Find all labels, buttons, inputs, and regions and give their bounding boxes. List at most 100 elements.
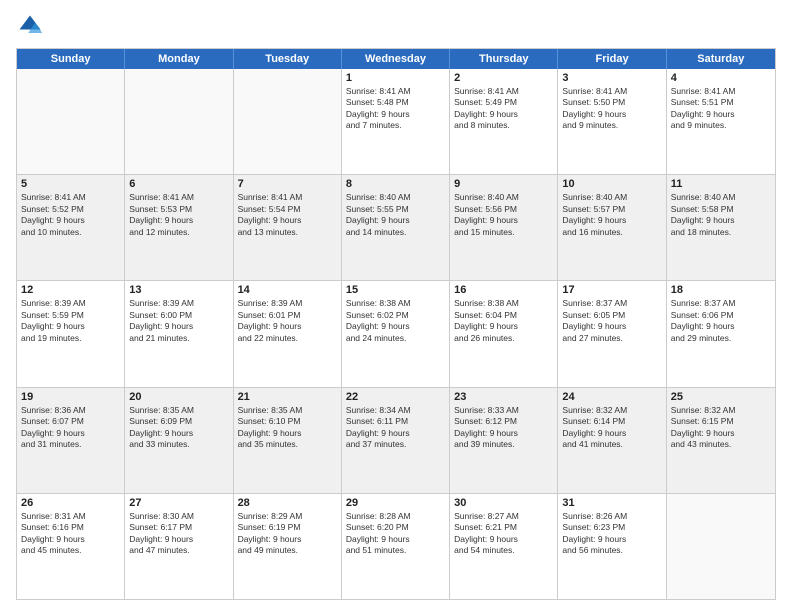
cell-info-line: Daylight: 9 hours <box>562 321 661 332</box>
cell-info-line: Sunset: 5:54 PM <box>238 204 337 215</box>
cell-info-line: Sunset: 5:58 PM <box>671 204 771 215</box>
cell-info-line: Daylight: 9 hours <box>346 534 445 545</box>
cell-info-line: Daylight: 9 hours <box>671 428 771 439</box>
cell-info-line: and 9 minutes. <box>562 120 661 131</box>
calendar: SundayMondayTuesdayWednesdayThursdayFrid… <box>16 48 776 600</box>
header <box>16 12 776 40</box>
cell-info-line: Sunrise: 8:33 AM <box>454 405 553 416</box>
day-number: 1 <box>346 72 445 84</box>
cell-info-line: Sunrise: 8:35 AM <box>238 405 337 416</box>
cell-info-line: and 12 minutes. <box>129 227 228 238</box>
cal-header-tuesday: Tuesday <box>234 49 342 69</box>
cell-info-line: and 8 minutes. <box>454 120 553 131</box>
cell-info-line: Daylight: 9 hours <box>671 321 771 332</box>
cell-info-line: Sunrise: 8:37 AM <box>562 298 661 309</box>
day-number: 13 <box>129 284 228 296</box>
cal-cell-day-14: 14Sunrise: 8:39 AMSunset: 6:01 PMDayligh… <box>234 281 342 386</box>
cell-info-line: and 45 minutes. <box>21 545 120 556</box>
cal-cell-empty <box>17 69 125 174</box>
cal-header-sunday: Sunday <box>17 49 125 69</box>
day-number: 30 <box>454 497 553 509</box>
cal-cell-day-23: 23Sunrise: 8:33 AMSunset: 6:12 PMDayligh… <box>450 388 558 493</box>
cell-info-line: Daylight: 9 hours <box>562 428 661 439</box>
cal-header-friday: Friday <box>558 49 666 69</box>
cell-info-line: Daylight: 9 hours <box>21 428 120 439</box>
logo-icon <box>16 12 44 40</box>
cell-info-line: Sunset: 6:23 PM <box>562 522 661 533</box>
cell-info-line: Sunset: 5:52 PM <box>21 204 120 215</box>
cal-cell-day-24: 24Sunrise: 8:32 AMSunset: 6:14 PMDayligh… <box>558 388 666 493</box>
cal-cell-day-1: 1Sunrise: 8:41 AMSunset: 5:48 PMDaylight… <box>342 69 450 174</box>
cell-info-line: Daylight: 9 hours <box>346 428 445 439</box>
day-number: 8 <box>346 178 445 190</box>
cell-info-line: Sunrise: 8:41 AM <box>21 192 120 203</box>
cell-info-line: and 22 minutes. <box>238 333 337 344</box>
cell-info-line: and 14 minutes. <box>346 227 445 238</box>
day-number: 27 <box>129 497 228 509</box>
cell-info-line: Sunrise: 8:26 AM <box>562 511 661 522</box>
cell-info-line: and 43 minutes. <box>671 439 771 450</box>
cell-info-line: Sunrise: 8:41 AM <box>671 86 771 97</box>
day-number: 14 <box>238 284 337 296</box>
calendar-body: 1Sunrise: 8:41 AMSunset: 5:48 PMDaylight… <box>17 69 775 599</box>
cell-info-line: Sunrise: 8:38 AM <box>346 298 445 309</box>
cell-info-line: Sunset: 6:07 PM <box>21 416 120 427</box>
cal-week-4: 19Sunrise: 8:36 AMSunset: 6:07 PMDayligh… <box>17 387 775 493</box>
day-number: 6 <box>129 178 228 190</box>
cell-info-line: Sunrise: 8:41 AM <box>129 192 228 203</box>
cell-info-line: Daylight: 9 hours <box>454 109 553 120</box>
cell-info-line: Sunset: 5:55 PM <box>346 204 445 215</box>
cell-info-line: and 18 minutes. <box>671 227 771 238</box>
cal-week-1: 1Sunrise: 8:41 AMSunset: 5:48 PMDaylight… <box>17 69 775 174</box>
cal-cell-day-17: 17Sunrise: 8:37 AMSunset: 6:05 PMDayligh… <box>558 281 666 386</box>
cell-info-line: Daylight: 9 hours <box>21 321 120 332</box>
cal-cell-empty <box>125 69 233 174</box>
cal-cell-day-5: 5Sunrise: 8:41 AMSunset: 5:52 PMDaylight… <box>17 175 125 280</box>
cal-cell-day-12: 12Sunrise: 8:39 AMSunset: 5:59 PMDayligh… <box>17 281 125 386</box>
cell-info-line: Daylight: 9 hours <box>129 215 228 226</box>
cell-info-line: Daylight: 9 hours <box>562 109 661 120</box>
cell-info-line: Sunset: 6:02 PM <box>346 310 445 321</box>
cell-info-line: Sunrise: 8:41 AM <box>454 86 553 97</box>
calendar-header-row: SundayMondayTuesdayWednesdayThursdayFrid… <box>17 49 775 69</box>
cell-info-line: and 7 minutes. <box>346 120 445 131</box>
cal-header-wednesday: Wednesday <box>342 49 450 69</box>
cell-info-line: Sunset: 6:12 PM <box>454 416 553 427</box>
day-number: 9 <box>454 178 553 190</box>
cell-info-line: and 51 minutes. <box>346 545 445 556</box>
cell-info-line: Sunset: 6:06 PM <box>671 310 771 321</box>
cell-info-line: Sunrise: 8:37 AM <box>671 298 771 309</box>
cell-info-line: Daylight: 9 hours <box>129 428 228 439</box>
cell-info-line: Sunrise: 8:40 AM <box>671 192 771 203</box>
cell-info-line: Daylight: 9 hours <box>238 321 337 332</box>
cell-info-line: Daylight: 9 hours <box>454 534 553 545</box>
cell-info-line: and 21 minutes. <box>129 333 228 344</box>
cell-info-line: Daylight: 9 hours <box>671 109 771 120</box>
day-number: 28 <box>238 497 337 509</box>
cell-info-line: Sunset: 5:59 PM <box>21 310 120 321</box>
cell-info-line: and 24 minutes. <box>346 333 445 344</box>
cell-info-line: Sunset: 6:09 PM <box>129 416 228 427</box>
cell-info-line: and 19 minutes. <box>21 333 120 344</box>
cal-cell-day-8: 8Sunrise: 8:40 AMSunset: 5:55 PMDaylight… <box>342 175 450 280</box>
day-number: 7 <box>238 178 337 190</box>
cal-cell-day-28: 28Sunrise: 8:29 AMSunset: 6:19 PMDayligh… <box>234 494 342 599</box>
day-number: 16 <box>454 284 553 296</box>
cal-week-2: 5Sunrise: 8:41 AMSunset: 5:52 PMDaylight… <box>17 174 775 280</box>
day-number: 23 <box>454 391 553 403</box>
cell-info-line: Daylight: 9 hours <box>21 534 120 545</box>
cell-info-line: Sunset: 5:56 PM <box>454 204 553 215</box>
day-number: 31 <box>562 497 661 509</box>
cell-info-line: Sunrise: 8:32 AM <box>562 405 661 416</box>
cal-cell-day-30: 30Sunrise: 8:27 AMSunset: 6:21 PMDayligh… <box>450 494 558 599</box>
cell-info-line: Sunset: 5:57 PM <box>562 204 661 215</box>
cell-info-line: and 13 minutes. <box>238 227 337 238</box>
cell-info-line: Sunset: 6:15 PM <box>671 416 771 427</box>
day-number: 24 <box>562 391 661 403</box>
cal-cell-day-11: 11Sunrise: 8:40 AMSunset: 5:58 PMDayligh… <box>667 175 775 280</box>
cell-info-line: and 15 minutes. <box>454 227 553 238</box>
cal-header-saturday: Saturday <box>667 49 775 69</box>
cal-cell-day-31: 31Sunrise: 8:26 AMSunset: 6:23 PMDayligh… <box>558 494 666 599</box>
cal-cell-day-18: 18Sunrise: 8:37 AMSunset: 6:06 PMDayligh… <box>667 281 775 386</box>
cell-info-line: Sunrise: 8:31 AM <box>21 511 120 522</box>
